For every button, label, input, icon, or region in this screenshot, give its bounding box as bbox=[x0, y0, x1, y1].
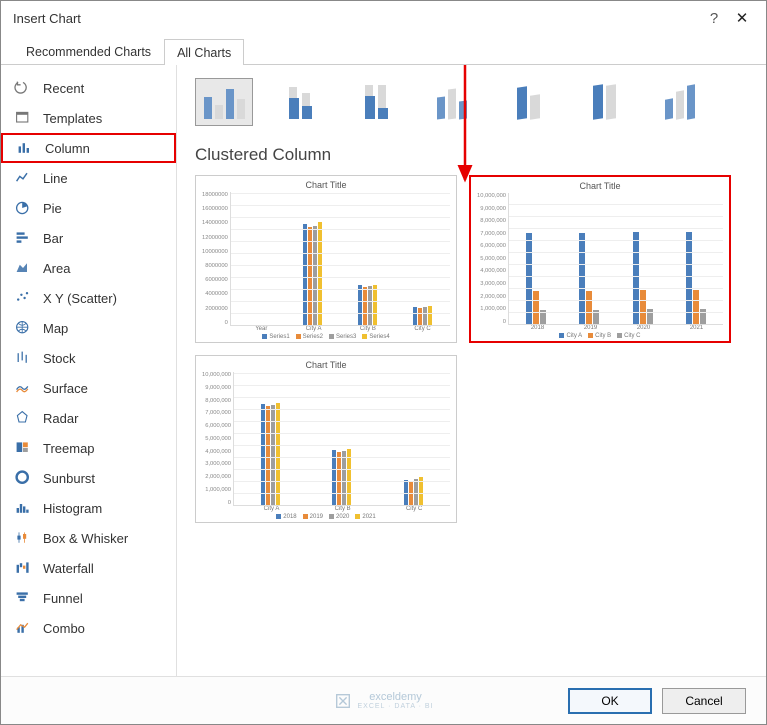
sidebar-item-label: Radar bbox=[43, 411, 78, 426]
sidebar-item-label: Recent bbox=[43, 81, 84, 96]
dialog-title: Insert Chart bbox=[13, 11, 81, 26]
funnel-icon bbox=[13, 589, 33, 607]
cancel-button[interactable]: Cancel bbox=[662, 688, 746, 714]
chart-preview-3[interactable]: Chart Title 10,000,0009,000,0008,000,000… bbox=[195, 355, 457, 523]
column-subtype-row bbox=[195, 77, 752, 127]
chart-preview-1[interactable]: Chart Title 1800000016000000140000001200… bbox=[195, 175, 457, 343]
sidebar-item-label: Combo bbox=[43, 621, 85, 636]
sidebar-item-label: Line bbox=[43, 171, 68, 186]
chart-panel: Clustered Column Chart Title 18000000160… bbox=[177, 65, 766, 676]
tab-all-charts[interactable]: All Charts bbox=[164, 39, 244, 65]
histogram-icon bbox=[13, 499, 33, 517]
subtype-3d-clustered[interactable] bbox=[423, 78, 481, 126]
sidebar-item-label: Bar bbox=[43, 231, 63, 246]
sidebar-item-templates[interactable]: Templates bbox=[1, 103, 176, 133]
sidebar-item-funnel[interactable]: Funnel bbox=[1, 583, 176, 613]
chart-type-title: Clustered Column bbox=[195, 145, 752, 165]
sidebar-item-label: Funnel bbox=[43, 591, 83, 606]
treemap-icon bbox=[13, 439, 33, 457]
sidebar-item-label: Sunburst bbox=[43, 471, 95, 486]
sidebar-item-area[interactable]: Area bbox=[1, 253, 176, 283]
tab-bar: Recommended Charts All Charts bbox=[1, 35, 766, 65]
subtype-3d-100-stacked[interactable] bbox=[575, 78, 633, 126]
close-icon[interactable]: ✕ bbox=[728, 9, 756, 27]
pie-icon bbox=[13, 199, 33, 217]
sidebar-item-line[interactable]: Line bbox=[1, 163, 176, 193]
boxwhisker-icon bbox=[13, 529, 33, 547]
stock-icon bbox=[13, 349, 33, 367]
sidebar-item-pie[interactable]: Pie bbox=[1, 193, 176, 223]
subtype-3d-column[interactable] bbox=[651, 78, 709, 126]
sidebar-item-label: X Y (Scatter) bbox=[43, 291, 117, 306]
help-icon[interactable]: ? bbox=[700, 10, 728, 27]
line-icon bbox=[13, 169, 33, 187]
chart-category-sidebar: Recent Templates Column Line Pie Bar Are… bbox=[1, 65, 177, 676]
sidebar-item-bar[interactable]: Bar bbox=[1, 223, 176, 253]
sidebar-item-sunburst[interactable]: Sunburst bbox=[1, 463, 176, 493]
ok-button[interactable]: OK bbox=[568, 688, 652, 714]
sidebar-item-map[interactable]: Map bbox=[1, 313, 176, 343]
column-icon bbox=[15, 139, 35, 157]
sidebar-item-waterfall[interactable]: Waterfall bbox=[1, 553, 176, 583]
subtype-100-stacked-column[interactable] bbox=[347, 78, 405, 126]
sunburst-icon bbox=[13, 469, 33, 487]
watermark-tag: EXCEL · DATA · BI bbox=[358, 703, 434, 710]
surface-icon bbox=[13, 379, 33, 397]
sidebar-item-label: Pie bbox=[43, 201, 62, 216]
map-icon bbox=[13, 319, 33, 337]
preview-title: Chart Title bbox=[202, 180, 450, 190]
watermark-brand: exceldemy bbox=[369, 691, 422, 703]
sidebar-item-surface[interactable]: Surface bbox=[1, 373, 176, 403]
chart-preview-2[interactable]: Chart Title 10,000,0009,000,0008,000,000… bbox=[469, 175, 731, 343]
sidebar-item-recent[interactable]: Recent bbox=[1, 73, 176, 103]
waterfall-icon bbox=[13, 559, 33, 577]
preview-title: Chart Title bbox=[202, 360, 450, 370]
tab-recommended[interactable]: Recommended Charts bbox=[13, 38, 164, 64]
area-icon bbox=[13, 259, 33, 277]
sidebar-item-label: Templates bbox=[43, 111, 102, 126]
sidebar-item-treemap[interactable]: Treemap bbox=[1, 433, 176, 463]
sidebar-item-column[interactable]: Column bbox=[1, 133, 176, 163]
sidebar-item-label: Stock bbox=[43, 351, 76, 366]
sidebar-item-label: Histogram bbox=[43, 501, 102, 516]
sidebar-item-label: Surface bbox=[43, 381, 88, 396]
sidebar-item-boxwhisker[interactable]: Box & Whisker bbox=[1, 523, 176, 553]
templates-icon bbox=[13, 109, 33, 127]
recent-icon bbox=[13, 79, 33, 97]
subtype-3d-stacked[interactable] bbox=[499, 78, 557, 126]
preview-title: Chart Title bbox=[477, 181, 723, 191]
titlebar: Insert Chart ? ✕ bbox=[1, 1, 766, 35]
sidebar-item-combo[interactable]: Combo bbox=[1, 613, 176, 643]
sidebar-item-histogram[interactable]: Histogram bbox=[1, 493, 176, 523]
sidebar-item-label: Box & Whisker bbox=[43, 531, 128, 546]
bar-icon bbox=[13, 229, 33, 247]
subtype-clustered-column[interactable] bbox=[195, 78, 253, 126]
dialog-footer: exceldemy EXCEL · DATA · BI OK Cancel bbox=[1, 676, 766, 724]
subtype-stacked-column[interactable] bbox=[271, 78, 329, 126]
sidebar-item-stock[interactable]: Stock bbox=[1, 343, 176, 373]
sidebar-item-label: Waterfall bbox=[43, 561, 94, 576]
radar-icon bbox=[13, 409, 33, 427]
sidebar-item-scatter[interactable]: X Y (Scatter) bbox=[1, 283, 176, 313]
sidebar-item-radar[interactable]: Radar bbox=[1, 403, 176, 433]
scatter-icon bbox=[13, 289, 33, 307]
combo-icon bbox=[13, 619, 33, 637]
sidebar-item-label: Area bbox=[43, 261, 70, 276]
watermark: exceldemy EXCEL · DATA · BI bbox=[334, 691, 434, 710]
sidebar-item-label: Column bbox=[45, 141, 90, 156]
sidebar-item-label: Treemap bbox=[43, 441, 95, 456]
sidebar-item-label: Map bbox=[43, 321, 68, 336]
